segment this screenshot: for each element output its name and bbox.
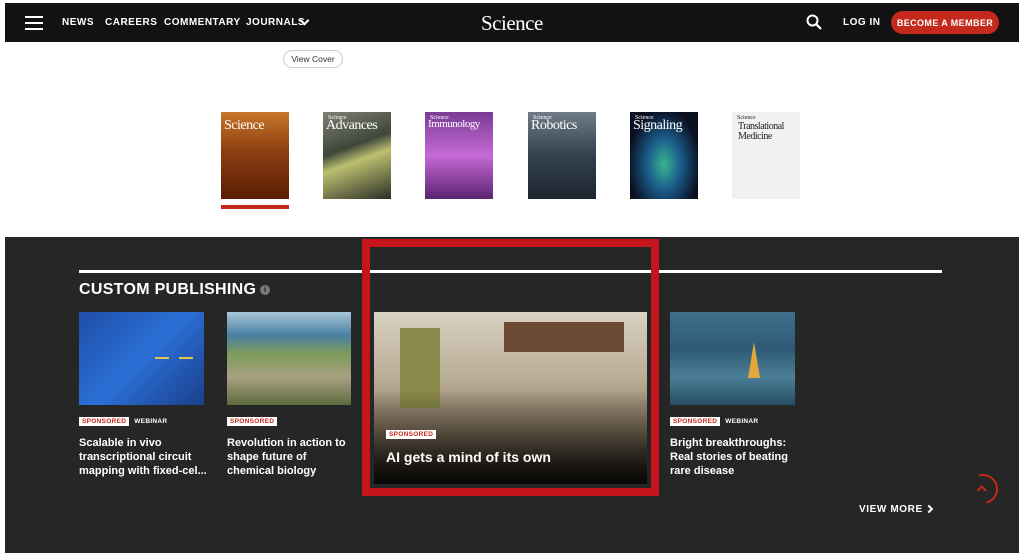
card-badges: SPONSORED (227, 417, 278, 426)
cover-title: Robotics (531, 118, 577, 133)
view-more-link[interactable]: VIEW MORE (859, 504, 923, 515)
journal-cover-advances[interactable]: Science Advances (323, 112, 391, 199)
become-member-button[interactable]: BECOME A MEMBER (891, 11, 999, 34)
journal-cover-immunology[interactable]: Science Immunology (425, 112, 493, 199)
nav-news[interactable]: NEWS (62, 17, 94, 28)
sponsored-badge: SPONSORED (670, 417, 721, 426)
webinar-tag: WEBINAR (725, 418, 759, 425)
highlight-box (362, 239, 659, 496)
cover-title: Science (224, 118, 265, 133)
nav-commentary[interactable]: COMMENTARY (164, 17, 241, 28)
login-link[interactable]: LOG IN (843, 17, 880, 28)
cover-title: Signaling (633, 118, 683, 133)
card-title[interactable]: Revolution in action to shape future of … (227, 436, 347, 478)
card-image[interactable] (670, 312, 795, 405)
card-image[interactable] (227, 312, 351, 405)
journal-cover-signaling[interactable]: Science Signaling (630, 112, 698, 199)
card-badges: SPONSORED WEBINAR (79, 417, 167, 426)
card-badges: SPONSORED WEBINAR (670, 417, 758, 426)
card-image[interactable] (79, 312, 204, 405)
nav-careers[interactable]: CAREERS (105, 17, 157, 28)
sponsored-badge: SPONSORED (79, 417, 130, 426)
sponsored-badge: SPONSORED (227, 417, 278, 426)
journal-cover-science[interactable]: Science (221, 112, 289, 199)
view-cover-button[interactable]: View Cover (283, 50, 343, 68)
science-logo[interactable]: Science (481, 11, 543, 36)
menu-icon[interactable] (25, 16, 43, 30)
cover-title: Immunology (428, 118, 480, 130)
yellow-tree (748, 342, 760, 378)
highlight-bar (155, 357, 169, 359)
highlight-bar (179, 357, 193, 359)
search-icon[interactable] (806, 14, 822, 30)
journal-cover-translational-medicine[interactable]: Science Translational Medicine (732, 112, 800, 199)
top-nav-bar: NEWS CAREERS COMMENTARY JOURNALS Science… (5, 3, 1019, 42)
card-title[interactable]: Bright breakthroughs: Real stories of be… (670, 436, 795, 478)
info-icon[interactable]: i (260, 285, 270, 295)
webinar-tag: WEBINAR (134, 418, 168, 425)
cover-title: Translational Medicine (738, 121, 784, 142)
section-title: CUSTOM PUBLISHING (79, 281, 257, 298)
card-title[interactable]: Scalable in vivo transcriptional circuit… (79, 436, 209, 478)
selected-cover-indicator (221, 205, 289, 209)
cover-title: Advances (326, 118, 378, 133)
nav-journals[interactable]: JOURNALS (246, 17, 305, 28)
journal-cover-robotics[interactable]: Science Robotics (528, 112, 596, 199)
